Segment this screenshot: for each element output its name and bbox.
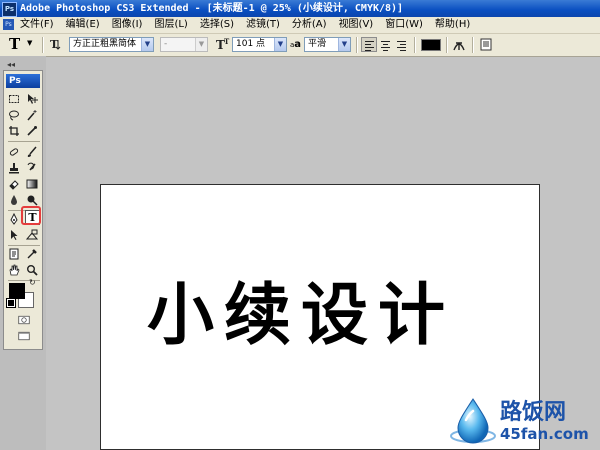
text-orientation-toggle-icon[interactable]: T: [49, 37, 63, 52]
tools-panel-header: Ps: [6, 74, 40, 88]
hand-tool-icon[interactable]: [7, 263, 21, 277]
spot-healing-tool-icon[interactable]: [7, 145, 21, 159]
type-tool-preset-icon: T: [9, 35, 21, 53]
menu-layer[interactable]: 图层(L): [148, 17, 193, 33]
menu-help[interactable]: 帮助(H): [429, 17, 476, 33]
dodge-tool-icon[interactable]: [25, 193, 39, 207]
separator: [446, 37, 448, 53]
magic-wand-tool-icon[interactable]: [25, 108, 39, 122]
clone-stamp-tool-icon[interactable]: [7, 161, 21, 175]
font-size-icon: TT: [216, 37, 230, 52]
title-bar: Ps Adobe Photoshop CS3 Extended - [未标题-1…: [0, 0, 600, 17]
watermark-title: 路饭网: [500, 400, 567, 425]
window-title: Adobe Photoshop CS3 Extended - [未标题-1 @ …: [20, 3, 404, 14]
history-brush-tool-icon[interactable]: [25, 161, 39, 175]
menu-file[interactable]: 文件(F): [16, 17, 60, 33]
font-style-select[interactable]: - ▼: [160, 37, 208, 52]
chevron-down-icon: ▼: [338, 38, 350, 51]
text-color-swatch[interactable]: [421, 39, 441, 51]
menu-analysis[interactable]: 分析(A): [286, 17, 333, 33]
menu-filter[interactable]: 滤镜(T): [240, 17, 286, 33]
default-colors-icon[interactable]: [6, 298, 16, 308]
align-right-icon: [397, 41, 406, 53]
options-bar: T ▼ T 方正正粗黑简体 ▼ - ▼ TT 101 点 ▼ aa 平滑 ▼: [0, 34, 600, 57]
collapse-double-arrow-icon[interactable]: ◂◂: [7, 60, 15, 69]
swap-colors-icon[interactable]: ↻: [29, 278, 36, 287]
separator: [42, 37, 44, 53]
chevron-down-icon: ▼: [195, 38, 207, 51]
document-menu-icon[interactable]: Ps: [3, 19, 14, 30]
pen-tool-icon[interactable]: [7, 212, 21, 226]
site-watermark: 路饭网 45fan.com: [440, 392, 600, 450]
chevron-down-icon: ▼: [274, 38, 286, 51]
font-size-select[interactable]: 101 点 ▼: [232, 37, 287, 52]
menu-view[interactable]: 视图(V): [333, 17, 380, 33]
character-paragraph-panels-icon[interactable]: [479, 37, 493, 52]
separator: [356, 37, 358, 53]
menu-image[interactable]: 图像(I): [106, 17, 149, 33]
notes-tool-icon[interactable]: [7, 247, 21, 261]
watermark-url: 45fan.com: [500, 425, 589, 443]
font-family-value: 方正正粗黑简体: [73, 39, 137, 49]
eyedropper-tool-icon[interactable]: [25, 247, 39, 261]
type-tool-highlight: [21, 206, 41, 225]
quick-mask-mode-icon[interactable]: [16, 314, 32, 326]
blur-tool-icon[interactable]: [7, 193, 21, 207]
move-tool-icon[interactable]: [25, 92, 39, 106]
foreground-color-swatch-front[interactable]: [9, 283, 25, 299]
menu-bar: Ps 文件(F) 编辑(E) 图像(I) 图层(L) 选择(S) 滤镜(T) 分析(A) 视图(…: [0, 17, 600, 34]
shape-tool-icon[interactable]: [25, 228, 39, 242]
antialias-select[interactable]: 平滑 ▼: [304, 37, 351, 52]
font-family-select[interactable]: 方正正粗黑简体 ▼: [69, 37, 154, 52]
antialias-label-large: a: [294, 39, 302, 50]
align-center-icon: [381, 41, 390, 53]
chevron-down-icon: ▼: [27, 39, 33, 47]
zoom-tool-icon[interactable]: [25, 263, 39, 277]
font-size-value: 101 点: [236, 39, 266, 49]
tool-preset-picker[interactable]: T ▼: [6, 35, 38, 53]
marquee-tool-icon[interactable]: [7, 92, 21, 106]
align-left-button[interactable]: [361, 37, 377, 52]
tool-group-divider: [8, 141, 40, 142]
antialias-icon: aa: [290, 37, 302, 52]
canvas-text-layer[interactable]: 小续设计: [147, 277, 455, 353]
photoshop-app-icon: Ps: [2, 2, 17, 17]
separator: [414, 37, 416, 53]
brush-tool-icon[interactable]: [25, 145, 39, 159]
menu-select[interactable]: 选择(S): [194, 17, 240, 33]
eraser-tool-icon[interactable]: [7, 177, 21, 191]
separator: [472, 37, 474, 53]
menu-edit[interactable]: 编辑(E): [60, 17, 106, 33]
warp-text-icon[interactable]: [452, 37, 466, 52]
water-drop-logo-icon: [450, 398, 496, 444]
chevron-down-icon: ▼: [141, 38, 153, 51]
crop-tool-icon[interactable]: [7, 124, 21, 138]
path-selection-tool-icon[interactable]: [7, 228, 21, 242]
tool-group-divider: [8, 245, 40, 246]
eyedropper-slice-tool-icon[interactable]: [25, 124, 39, 138]
align-left-icon: [365, 41, 374, 53]
antialias-value: 平滑: [308, 39, 327, 49]
svg-text:T: T: [224, 37, 230, 46]
font-style-value: -: [164, 39, 168, 49]
screen-mode-icon[interactable]: [16, 330, 32, 342]
gradient-tool-icon[interactable]: [25, 177, 39, 191]
align-right-button[interactable]: [393, 37, 409, 52]
align-center-button[interactable]: [377, 37, 393, 52]
lasso-tool-icon[interactable]: [7, 108, 21, 122]
menu-window[interactable]: 窗口(W): [379, 17, 429, 33]
